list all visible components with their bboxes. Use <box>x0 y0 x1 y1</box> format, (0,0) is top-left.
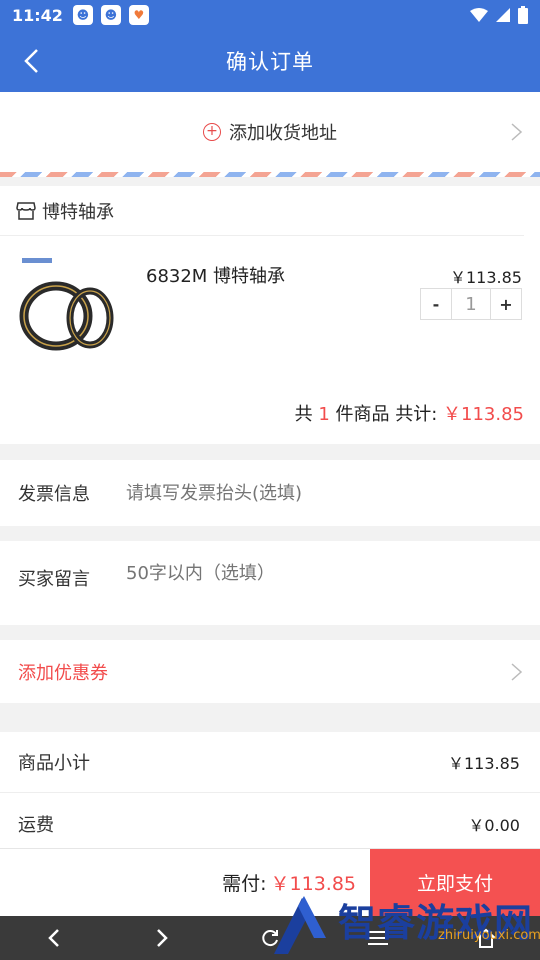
quantity-value[interactable]: 1 <box>451 289 491 319</box>
message-input[interactable] <box>126 563 522 584</box>
chevron-left-icon <box>48 929 59 947</box>
nav-bar: 确认订单 <box>0 30 540 92</box>
wifi-icon <box>470 8 488 22</box>
shipping-row: 运费 ￥0.00 <box>0 793 540 854</box>
airmail-divider <box>0 172 540 177</box>
chevron-right-icon <box>511 662 523 681</box>
subtotal-row: 商品小计 ￥113.85 <box>0 732 540 793</box>
order-summary: 共 1 件商品 共计: ￥113.85 <box>295 400 524 426</box>
subtotal-label: 商品小计 <box>18 753 90 774</box>
pay-now-button[interactable]: 立即支付 <box>370 849 540 916</box>
app-notification-icon: ☻ <box>100 5 121 25</box>
nav-menu-button[interactable] <box>324 916 432 960</box>
summary-total: ￥113.85 <box>443 404 524 425</box>
back-button[interactable] <box>14 44 48 78</box>
pay-label: 需付: <box>222 873 267 895</box>
shop-card: 博特轴承 6832M 博特轴承 ￥113.85 - 1 + 共 1 件商品 共计… <box>0 186 540 444</box>
system-nav-bar <box>0 916 540 960</box>
add-address-row[interactable]: + 添加收货地址 <box>0 92 540 172</box>
totals-card: 商品小计 ￥113.85 运费 ￥0.00 <box>0 732 540 850</box>
increment-button[interactable]: + <box>491 289 521 319</box>
app-notification-icon: ☻ <box>72 5 93 25</box>
product-name[interactable]: 6832M 博特轴承 <box>146 262 285 288</box>
pay-amount: ￥113.85 <box>270 873 356 895</box>
pay-info: 需付: ￥113.85 <box>0 849 370 916</box>
coupon-row[interactable]: 添加优惠券 <box>0 640 540 703</box>
summary-mid: 件商品 共计: <box>329 404 444 425</box>
shipping-label: 运费 <box>18 814 54 836</box>
heart-app-icon: ♥ <box>128 5 149 25</box>
bearing-product-image[interactable] <box>18 252 122 356</box>
home-icon <box>476 928 496 948</box>
add-coupon-label: 添加优惠券 <box>18 662 108 684</box>
shop-header: 博特轴承 <box>0 186 524 236</box>
invoice-label: 发票信息 <box>18 484 90 505</box>
quantity-stepper: - 1 + <box>420 288 522 320</box>
nav-refresh-button[interactable] <box>216 916 324 960</box>
shop-name: 博特轴承 <box>42 201 114 223</box>
nav-home-button[interactable] <box>432 916 540 960</box>
status-time: 11:42 <box>12 5 63 25</box>
battery-icon <box>518 6 528 24</box>
summary-prefix: 共 <box>294 404 319 425</box>
subtotal-value: ￥113.85 <box>448 754 520 773</box>
status-bar: 11:42 ☻ ☻ ♥ <box>0 0 540 30</box>
decrement-button[interactable]: - <box>421 289 451 319</box>
chevron-right-icon <box>511 123 523 141</box>
invoice-row: 发票信息 <box>0 460 540 526</box>
nav-forward-button[interactable] <box>108 916 216 960</box>
summary-count: 1 <box>318 404 330 425</box>
chevron-right-icon <box>157 929 168 947</box>
refresh-icon <box>262 930 278 947</box>
shipping-value: ￥0.00 <box>468 815 520 835</box>
store-icon <box>16 201 36 220</box>
plus-circle-icon: + <box>203 123 221 141</box>
message-row: 买家留言 <box>0 541 540 625</box>
chevron-left-icon <box>24 49 38 73</box>
signal-icon <box>496 8 510 22</box>
page-title: 确认订单 <box>226 50 314 74</box>
product-price: ￥113.85 <box>450 268 522 287</box>
nav-back-button[interactable] <box>0 916 108 960</box>
invoice-input[interactable] <box>126 482 522 504</box>
message-label: 买家留言 <box>18 569 90 590</box>
menu-icon <box>368 931 388 945</box>
checkout-bar: 需付: ￥113.85 立即支付 <box>0 848 540 916</box>
add-address-label: 添加收货地址 <box>229 123 337 144</box>
